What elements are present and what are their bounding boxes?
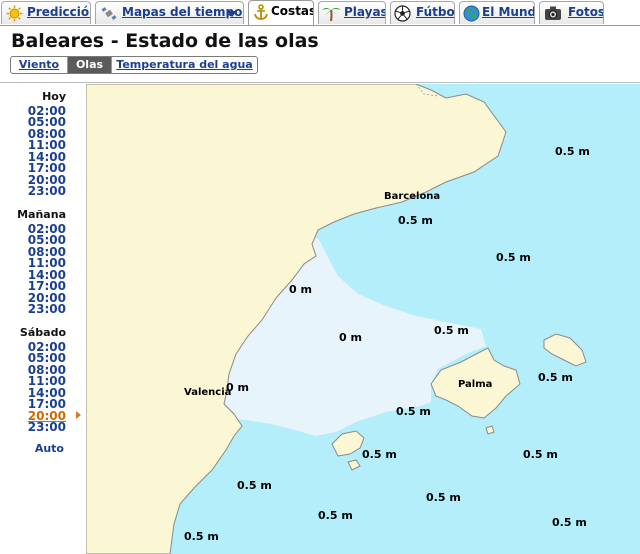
globe-icon bbox=[463, 5, 480, 22]
satellite-icon bbox=[101, 7, 117, 20]
subtab-viento[interactable]: Viento bbox=[11, 57, 67, 73]
island-cabrera bbox=[485, 425, 495, 435]
tab-fotos[interactable]: Fotos bbox=[539, 1, 604, 24]
tab-prediccion[interactable]: Predicción bbox=[1, 1, 91, 24]
layer-selector: Viento Olas Temperatura del agua bbox=[10, 56, 258, 74]
wave-height-label: 0.5 m bbox=[362, 448, 397, 461]
tab-label: Predicción bbox=[27, 5, 91, 19]
wave-height-label: 0 m bbox=[226, 381, 249, 394]
wave-height-label: 0.5 m bbox=[434, 324, 469, 337]
wave-height-label: 0.5 m bbox=[318, 509, 353, 522]
header-divider bbox=[0, 82, 640, 83]
tab-playas[interactable]: Playas bbox=[318, 1, 386, 24]
palm-tree-icon bbox=[322, 8, 341, 22]
tab-label: El Mundo bbox=[482, 5, 534, 19]
tab-mapas-del-tiempo[interactable]: Mapas del tiempo bbox=[95, 1, 244, 24]
chevron-down-icon[interactable] bbox=[227, 11, 237, 17]
tab-costas[interactable]: Costas bbox=[248, 0, 314, 25]
soccer-ball-icon bbox=[394, 5, 411, 22]
subtab-olas[interactable]: Olas bbox=[68, 57, 111, 73]
time-link[interactable]: 23:00 bbox=[28, 185, 66, 197]
day-label-manana: Mañana bbox=[17, 208, 66, 221]
tab-label: Fútbol bbox=[416, 5, 455, 19]
wave-map[interactable]: Barcelona Valencia Palma 0.5 m 0.5 m 0.5… bbox=[86, 84, 640, 554]
tab-futbol[interactable]: Fútbol bbox=[390, 1, 455, 24]
wave-height-label: 0.5 m bbox=[396, 405, 431, 418]
main-tabs: Predicción Mapas del tiempo Costas Playa… bbox=[0, 0, 640, 26]
tab-el-mundo[interactable]: El Mundo bbox=[459, 1, 535, 24]
time-link[interactable]: 23:00 bbox=[28, 421, 66, 433]
wave-height-label: 0.5 m bbox=[184, 530, 219, 543]
wave-height-label: 0.5 m bbox=[555, 145, 590, 158]
day-label-hoy: Hoy bbox=[42, 90, 66, 103]
wave-height-label: 0 m bbox=[289, 283, 312, 296]
wave-height-label: 0 m bbox=[339, 331, 362, 344]
day-label-sabado: Sábado bbox=[19, 326, 66, 339]
wave-height-label: 0.5 m bbox=[426, 491, 461, 504]
city-label-palma: Palma bbox=[458, 379, 493, 390]
auto-play-link[interactable]: Auto bbox=[35, 442, 64, 455]
camera-icon bbox=[545, 6, 561, 20]
wave-height-label: 0.5 m bbox=[237, 479, 272, 492]
wave-height-label: 0.5 m bbox=[538, 371, 573, 384]
wave-height-label: 0.5 m bbox=[552, 516, 587, 529]
wave-height-label: 0.5 m bbox=[496, 251, 531, 264]
time-selector: Hoy 02:00 05:00 08:00 11:00 14:00 17:00 … bbox=[0, 84, 86, 554]
tab-label: Playas bbox=[344, 5, 386, 19]
city-label-valencia: Valencia bbox=[184, 387, 232, 398]
sun-icon bbox=[6, 5, 23, 22]
tab-label: Fotos bbox=[568, 5, 604, 19]
subtab-temperatura-del-agua[interactable]: Temperatura del agua bbox=[112, 57, 257, 73]
city-label-barcelona: Barcelona bbox=[384, 191, 441, 202]
selected-arrow-icon bbox=[76, 411, 81, 419]
time-link[interactable]: 23:00 bbox=[28, 303, 66, 315]
wave-height-label: 0.5 m bbox=[398, 214, 433, 227]
tab-label: Mapas del tiempo bbox=[122, 5, 243, 19]
page-title: Baleares - Estado de las olas bbox=[11, 30, 319, 52]
wave-height-label: 0.5 m bbox=[523, 448, 558, 461]
anchor-icon bbox=[254, 4, 268, 20]
tab-label: Costas bbox=[271, 4, 314, 18]
